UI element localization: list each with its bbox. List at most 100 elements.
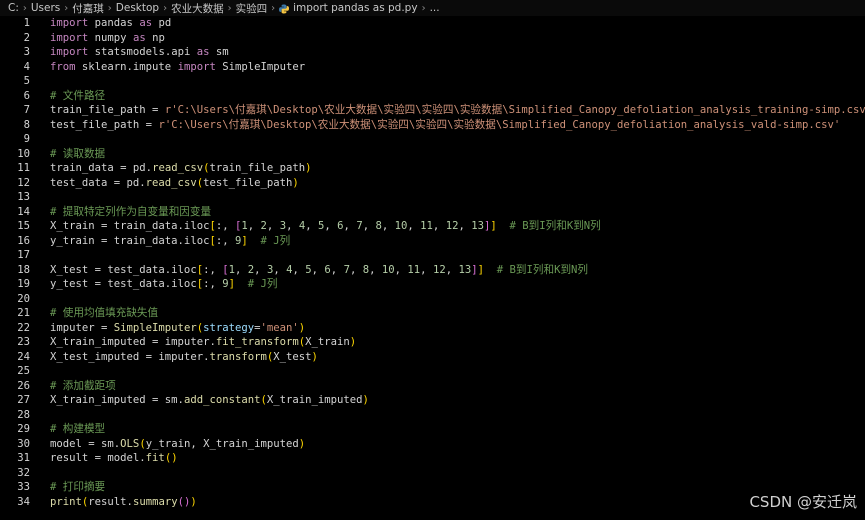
code-line[interactable]: 4 from sklearn.impute import SimpleImpute… bbox=[0, 60, 865, 75]
code-text: # 文件路径 bbox=[50, 89, 105, 104]
line-number: 33 bbox=[17, 481, 30, 493]
breadcrumb-agri-bigdata[interactable]: 农业大数据 bbox=[171, 1, 224, 16]
breadcrumb: C: › Users › 付嘉琪 › Desktop › 农业大数据 › 实验四… bbox=[0, 0, 865, 16]
code-line[interactable]: 12 test_data = pd.read_csv(test_file_path… bbox=[0, 176, 865, 191]
chevron-right-icon: › bbox=[64, 2, 69, 14]
code-token: , bbox=[247, 220, 261, 232]
code-token: , bbox=[286, 220, 299, 232]
line-number: 27 bbox=[17, 394, 30, 406]
code-token: test_file_path bbox=[203, 176, 293, 189]
line-number: 34 bbox=[17, 495, 30, 508]
breadcrumb-file[interactable]: import pandas as pd.py bbox=[293, 2, 417, 14]
breadcrumb-drive[interactable]: C: bbox=[8, 2, 19, 14]
code-line[interactable]: 26 # 添加截距项 bbox=[0, 379, 865, 394]
code-token: , bbox=[292, 263, 306, 276]
line-number: 9 bbox=[23, 133, 30, 145]
code-token: X_train bbox=[305, 336, 350, 348]
code-line[interactable]: 29 # 构建模型 bbox=[0, 422, 865, 437]
code-line[interactable]: 14 # 提取特定列作为自变量和因变量 bbox=[0, 205, 865, 220]
code-line[interactable]: 25 bbox=[0, 364, 865, 379]
breadcrumb-user-folder[interactable]: 付嘉琪 bbox=[72, 1, 104, 16]
code-line[interactable]: 22 imputer = SimpleImputer(strategy='mean… bbox=[0, 321, 865, 336]
code-line[interactable]: 8 test_file_path = r'C:\Users\付嘉琪\Desktop… bbox=[0, 118, 865, 133]
code-line[interactable]: 31 result = model.fit() bbox=[0, 451, 865, 466]
code-line[interactable]: 15 X_train = train_data.iloc[:, [1, 2, 3,… bbox=[0, 219, 865, 234]
code-token: 'mean' bbox=[260, 321, 299, 334]
code-token: from bbox=[50, 60, 76, 73]
code-token: import bbox=[50, 46, 89, 58]
code-line[interactable]: 7 train_file_path = r'C:\Users\付嘉琪\Deskto… bbox=[0, 103, 865, 118]
code-text: # 构建模型 bbox=[50, 422, 105, 437]
code-line[interactable]: 6 # 文件路径 bbox=[0, 89, 865, 104]
code-line[interactable]: 32 bbox=[0, 466, 865, 481]
code-line[interactable]: 17 bbox=[0, 248, 865, 263]
code-token: :, bbox=[215, 234, 235, 247]
code-line[interactable]: 18 X_test = test_data.iloc[:, [1, 2, 3, 4… bbox=[0, 263, 865, 278]
code-line[interactable]: 21 # 使用均值填充缺失值 bbox=[0, 306, 865, 321]
breadcrumb-users[interactable]: Users bbox=[31, 2, 60, 14]
code-line[interactable]: 28 bbox=[0, 408, 865, 423]
code-token: ) bbox=[190, 495, 197, 508]
line-number: 28 bbox=[17, 408, 30, 421]
code-line[interactable]: 10 # 读取数据 bbox=[0, 147, 865, 162]
code-token: 13 bbox=[458, 263, 472, 276]
code-line[interactable]: 23 X_train_imputed = imputer.fit_transfor… bbox=[0, 335, 865, 350]
code-token: , bbox=[305, 220, 318, 232]
line-number: 7 bbox=[23, 104, 30, 116]
code-token: import bbox=[50, 17, 89, 29]
breadcrumb-experiment4[interactable]: 实验四 bbox=[236, 1, 268, 16]
code-line[interactable]: 33 # 打印摘要 bbox=[0, 480, 865, 495]
code-line[interactable]: 34 print(result.summary()) bbox=[0, 495, 865, 510]
code-token: , bbox=[324, 220, 338, 232]
code-token: # 构建模型 bbox=[50, 423, 106, 435]
code-line[interactable]: 30 model = sm.OLS(y_train, X_train_impute… bbox=[0, 437, 865, 452]
code-editor[interactable]: 1 import pandas as pd 2 import numpy as np 3… bbox=[0, 16, 865, 509]
code-token: numpy bbox=[88, 31, 133, 44]
code-line[interactable]: 1 import pandas as pd bbox=[0, 16, 865, 31]
code-text: X_train_imputed = imputer.fit_transform(… bbox=[50, 335, 356, 350]
code-token: , bbox=[330, 263, 344, 276]
code-token: , bbox=[420, 263, 433, 276]
chevron-right-icon: › bbox=[271, 2, 276, 14]
code-token: train_data = pd. bbox=[50, 162, 153, 174]
code-line[interactable]: 11 train_data = pd.read_csv(train_file_pa… bbox=[0, 161, 865, 176]
code-line[interactable]: 5 bbox=[0, 74, 865, 89]
code-token: SimpleImputer bbox=[113, 321, 197, 334]
code-line[interactable]: 24 X_test_imputed = imputer.transform(X_t… bbox=[0, 350, 865, 365]
code-line[interactable]: 20 bbox=[0, 292, 865, 307]
code-token: result = model. bbox=[50, 452, 146, 464]
code-token: add_constant bbox=[183, 394, 261, 406]
code-token: X_train_imputed = imputer. bbox=[50, 336, 216, 348]
code-line[interactable]: 3 import statsmodels.api as sm bbox=[0, 45, 865, 60]
code-text: import pandas as pd bbox=[50, 16, 171, 31]
line-number: 2 bbox=[23, 31, 30, 44]
code-line[interactable]: 16 y_train = train_data.iloc[:, 9] # J列 bbox=[0, 234, 865, 249]
code-line[interactable]: 27 X_train_imputed = sm.add_constant(X_tr… bbox=[0, 393, 865, 408]
code-token: ) bbox=[349, 336, 357, 348]
code-text: X_train_imputed = sm.add_constant(X_trai… bbox=[50, 393, 369, 408]
code-line[interactable]: 19 y_test = test_data.iloc[:, 9] # J列 bbox=[0, 277, 865, 292]
line-number: 22 bbox=[17, 321, 30, 334]
code-token: y_test = test_data.iloc bbox=[50, 278, 197, 290]
code-line[interactable]: 9 bbox=[0, 132, 865, 147]
code-token: # 提取特定列作为自变量和因变量 bbox=[50, 205, 212, 218]
code-token: read_csv bbox=[152, 162, 204, 174]
code-token: read_csv bbox=[145, 176, 197, 189]
code-token: X_train_imputed = sm. bbox=[50, 394, 184, 406]
line-number: 17 bbox=[17, 249, 30, 261]
code-token: 12 bbox=[445, 220, 459, 232]
code-token: , bbox=[369, 263, 382, 276]
code-token: result. bbox=[88, 495, 133, 508]
code-token: X_train_imputed bbox=[266, 394, 363, 406]
breadcrumb-desktop[interactable]: Desktop bbox=[116, 2, 159, 14]
code-token: ) bbox=[298, 321, 306, 334]
code-token: as bbox=[132, 31, 146, 44]
breadcrumb-symbols[interactable]: ... bbox=[430, 2, 440, 14]
code-text: # 使用均值填充缺失值 bbox=[50, 306, 158, 321]
code-line[interactable]: 13 bbox=[0, 190, 865, 205]
chevron-right-icon: › bbox=[227, 2, 232, 14]
code-token: pandas bbox=[88, 17, 140, 29]
code-line[interactable]: 2 import numpy as np bbox=[0, 31, 865, 46]
code-token: :, bbox=[215, 220, 235, 232]
line-number: 23 bbox=[17, 336, 30, 348]
